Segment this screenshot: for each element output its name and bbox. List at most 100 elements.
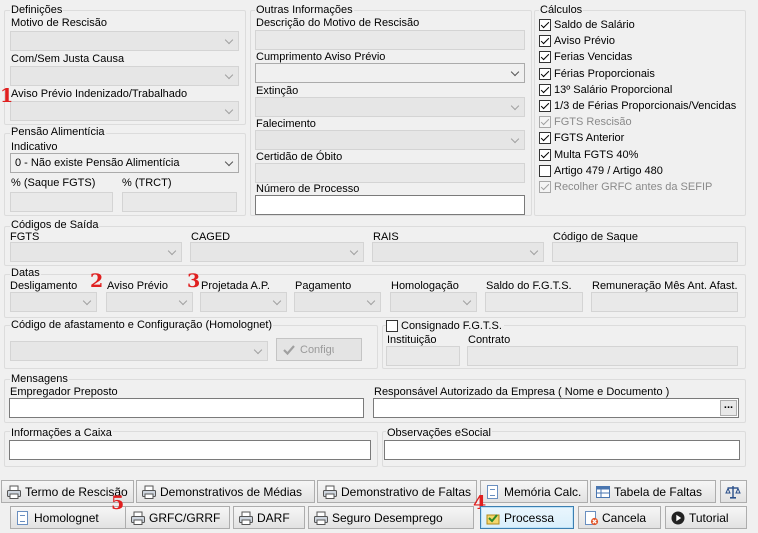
checkbox-box: [539, 149, 551, 161]
empregador-label: Empregador Preposto: [10, 386, 118, 398]
pagamento-date[interactable]: [294, 292, 381, 312]
faltas-label: Demonstrativo de Faltas: [341, 484, 472, 499]
cancela-button[interactable]: Cancela: [578, 506, 661, 529]
memoria-label: Memória Calc.: [504, 484, 582, 499]
descricao-input[interactable]: [255, 30, 525, 50]
consignado-label: Consignado F.G.T.S.: [401, 320, 502, 332]
calc-checkbox[interactable]: Artigo 479 / Artigo 480: [539, 165, 663, 179]
motivo-rescisao-select[interactable]: [10, 31, 239, 51]
darf-button[interactable]: DARF: [233, 506, 305, 529]
calc-checkbox[interactable]: 1/3 de Férias Proporcionais/Vencidas: [539, 100, 736, 114]
printer-icon: [6, 484, 22, 500]
extincao-select[interactable]: [255, 97, 525, 117]
calc-checkbox[interactable]: Multa FGTS 40%: [539, 149, 638, 163]
calc-checkbox[interactable]: Ferias Vencidas: [539, 51, 632, 65]
calc-checkbox[interactable]: Férias Proporcionais: [539, 68, 655, 82]
calc-checkbox[interactable]: Aviso Prévio: [539, 35, 615, 49]
caixa-input[interactable]: [9, 440, 371, 460]
config-button[interactable]: Configuração: [276, 338, 362, 361]
scales-button[interactable]: [720, 480, 747, 503]
saque-fgts-input[interactable]: [10, 192, 113, 212]
afastamento-select[interactable]: [10, 341, 268, 361]
calc-checkbox[interactable]: 13º Salário Proporcional: [539, 84, 672, 98]
outras-title: Outras Informações: [255, 4, 354, 16]
desligamento-date[interactable]: [10, 292, 97, 312]
chevron-down-icon: [272, 297, 283, 308]
calc-checkbox-label: Multa FGTS 40%: [554, 149, 639, 161]
chevron-down-icon: [224, 71, 235, 82]
checkbox-box: [539, 68, 551, 80]
cancela-label: Cancela: [602, 510, 647, 525]
demonstrativo-faltas-button[interactable]: Demonstrativo de Faltas: [317, 480, 477, 503]
projetada-date[interactable]: [200, 292, 287, 312]
memoria-calc-button[interactable]: Memória Calc.: [480, 480, 588, 503]
config-label: Configuração: [300, 343, 334, 356]
chevron-down-icon: [529, 247, 540, 258]
processo-input[interactable]: [255, 195, 525, 215]
instituicao-label: Instituição: [387, 334, 437, 346]
pensao-title: Pensão Alimentícia: [10, 126, 106, 138]
remuneracao-input[interactable]: [591, 292, 738, 312]
certidao-input[interactable]: [255, 163, 525, 183]
saldo-fgts-input[interactable]: [485, 292, 583, 312]
codigos-title: Códigos de Saída: [10, 219, 100, 231]
datas-title: Datas: [10, 267, 41, 279]
remuneracao-label: Remuneração Mês Ant. Afast.: [592, 280, 738, 292]
instituicao-input[interactable]: [386, 346, 460, 366]
calc-checkbox-label: Artigo 479 / Artigo 480: [554, 165, 663, 177]
caged-select[interactable]: [190, 242, 364, 262]
seguro-desemprego-button[interactable]: Seguro Desemprego: [308, 506, 474, 529]
checkbox-box: [386, 320, 398, 332]
consignado-checkbox[interactable]: Consignado F.G.T.S.: [386, 320, 504, 334]
calc-checkbox-label: 13º Salário Proporcional: [554, 84, 673, 96]
darf-label: DARF: [257, 510, 290, 525]
trct-input[interactable]: [122, 192, 237, 212]
tutorial-button[interactable]: Tutorial: [665, 506, 747, 529]
grfc-label: GRFC/GRRF: [149, 510, 221, 525]
checkbox-box: [539, 19, 551, 31]
responsavel-label: Responsável Autorizado da Empresa ( Nome…: [374, 386, 670, 398]
annotation-2: 2: [90, 270, 104, 292]
cumprimento-label: Cumprimento Aviso Prévio: [256, 51, 386, 63]
grfc-grrf-button[interactable]: GRFC/GRRF: [125, 506, 230, 529]
rais-select[interactable]: [372, 242, 544, 262]
processo-label: Número de Processo: [256, 183, 360, 195]
contrato-input[interactable]: [467, 346, 738, 366]
calc-checkbox-label: Recolher GRFC antes da SEFIP: [554, 181, 713, 193]
aviso-previo-date[interactable]: [106, 292, 193, 312]
table-icon: [595, 484, 611, 500]
document-icon: [485, 484, 501, 500]
tabela-faltas-button[interactable]: Tabela de Faltas: [590, 480, 716, 503]
trct-label: % (TRCT): [122, 177, 172, 189]
pagamento-label: Pagamento: [295, 280, 352, 292]
calc-checkbox[interactable]: FGTS Anterior: [539, 132, 624, 146]
scales-icon: [725, 484, 741, 500]
empregador-input[interactable]: [9, 398, 364, 418]
calc-checkbox[interactable]: Recolher GRFC antes da SEFIP: [539, 181, 712, 195]
homolognet-label: Homolognet: [34, 510, 99, 525]
indicativo-select[interactable]: 0 - Não existe Pensão Alimentícia: [10, 153, 239, 173]
demonstrativos-medias-button[interactable]: Demonstrativos de Médias: [136, 480, 315, 503]
esocial-input[interactable]: [384, 440, 740, 460]
calc-checkbox[interactable]: FGTS Rescisão: [539, 116, 632, 130]
checkmark-icon: [281, 342, 297, 358]
calc-checkbox[interactable]: Saldo de Salário: [539, 19, 635, 33]
desligamento-label: Desligamento: [10, 280, 78, 292]
cumprimento-select[interactable]: [255, 63, 525, 83]
aviso-indenizado-select[interactable]: [10, 101, 239, 121]
processa-button[interactable]: Processa: [480, 506, 574, 529]
responsavel-input[interactable]: [373, 398, 739, 418]
projetada-label: Projetada A.P.: [201, 280, 270, 292]
fgts-select[interactable]: [10, 242, 182, 262]
justa-causa-select[interactable]: [10, 66, 239, 86]
contrato-label: Contrato: [468, 334, 511, 346]
homologacao-date[interactable]: [390, 292, 477, 312]
calc-checkbox-label: Saldo de Salário: [554, 19, 635, 31]
homologacao-label: Homologação: [391, 280, 459, 292]
ellipsis-button[interactable]: ...: [720, 400, 737, 416]
codigo-saque-input[interactable]: [552, 242, 738, 262]
falecimento-select[interactable]: [255, 130, 525, 150]
document-icon: [15, 510, 31, 526]
checkbox-box: [539, 100, 551, 112]
annotation-3: 3: [187, 270, 201, 292]
